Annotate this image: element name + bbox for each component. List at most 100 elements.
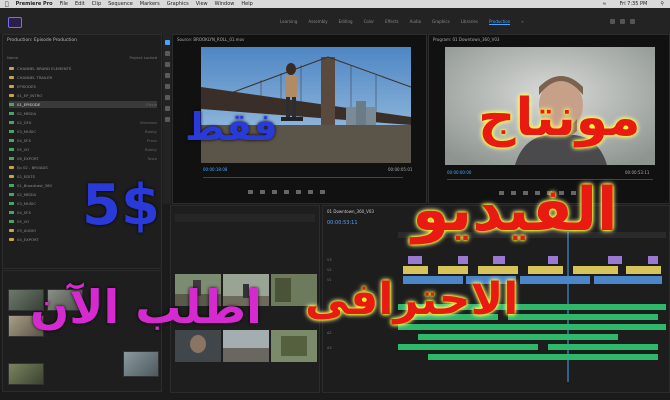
tab-assembly[interactable]: Assembly: [308, 19, 327, 25]
slip-tool-icon[interactable]: [164, 84, 170, 89]
menu-window[interactable]: Window: [215, 1, 235, 7]
project-folder-row[interactable]: EPISODES: [9, 83, 157, 90]
help-icon[interactable]: [620, 19, 625, 24]
project-folder-row[interactable]: Ep 02 - BROADS: [9, 164, 157, 171]
promo-order-now-text: اطلب الآن: [30, 280, 262, 334]
source-monitor-title: Source: BROOKLYN_ROLL_01.mov: [177, 37, 245, 42]
source-scrubber[interactable]: [203, 177, 403, 178]
razor-tool-icon[interactable]: [164, 73, 170, 78]
insert-icon[interactable]: [308, 190, 313, 194]
project-row-label: 02_GFX: [17, 120, 32, 125]
tab-editing[interactable]: Editing: [339, 19, 353, 25]
tab-graphics[interactable]: Graphics: [432, 19, 450, 25]
selection-tool-icon[interactable]: [164, 40, 170, 45]
ripple-edit-icon[interactable]: [164, 62, 170, 67]
track-label[interactable]: V2: [327, 268, 332, 272]
play-icon[interactable]: [284, 190, 289, 194]
fullscreen-icon[interactable]: [630, 19, 635, 24]
project-row-label: 02_MEDIA: [17, 192, 37, 197]
track-label[interactable]: A3: [327, 346, 332, 350]
clip-icon: [9, 112, 14, 115]
folder-icon: [9, 229, 14, 232]
menu-markers[interactable]: Markers: [140, 1, 160, 7]
tab-audio[interactable]: Audio: [410, 19, 421, 25]
wifi-icon[interactable]: ≈: [602, 1, 606, 7]
menu-clip[interactable]: Clip: [92, 1, 101, 7]
promo-professional-text: الاحترافى: [305, 274, 519, 325]
menu-file[interactable]: File: [60, 1, 68, 7]
footage-thumbnail[interactable]: [271, 330, 317, 362]
mark-out-icon[interactable]: [260, 190, 265, 194]
clip-icon: [9, 211, 14, 214]
project-row-label: 01_EP_INTRO: [17, 93, 43, 98]
tab-color[interactable]: Color: [364, 19, 374, 25]
folder-icon: [9, 85, 14, 88]
menu-edit[interactable]: Edit: [75, 1, 85, 7]
track-label[interactable]: A2: [327, 331, 332, 335]
footage-thumbnail[interactable]: [223, 330, 269, 362]
step-forward-icon[interactable]: [296, 190, 301, 194]
project-clip-row[interactable]: 02_GFX Windows: [9, 119, 157, 126]
project-folder-row[interactable]: CHANNEL BRAND ELEMENTS: [9, 65, 157, 72]
project-folder-row[interactable]: 01_EP_INTRO: [9, 92, 157, 99]
tab-libraries[interactable]: Libraries: [461, 19, 478, 25]
clip-icon: [9, 202, 14, 205]
bin-thumbnail[interactable]: [123, 351, 159, 377]
footage-thumbnail[interactable]: [175, 330, 221, 362]
folder-icon: [9, 238, 14, 241]
project-row-label: Ep 02 - BROADS: [17, 165, 48, 170]
search-icon[interactable]: ⚲: [660, 1, 664, 7]
project-row-label: 03_AUDIO: [17, 228, 37, 233]
folder-icon: [9, 166, 14, 169]
folder-icon: [9, 175, 14, 178]
project-row-label: 02_MEDIA: [17, 111, 37, 116]
menu-clock[interactable]: Fri 7:35 PM: [620, 1, 648, 7]
menu-view[interactable]: View: [196, 1, 208, 7]
timeline-timecode[interactable]: 00:00:53:11: [327, 220, 358, 226]
project-row-label: 05_VO: [17, 147, 30, 152]
project-folder-row[interactable]: CHANNEL TRAILER: [9, 74, 157, 81]
mark-in-icon[interactable]: [248, 190, 253, 194]
clip-icon: [9, 193, 14, 196]
hand-tool-icon[interactable]: [164, 106, 170, 111]
project-columns: Name Project Locked: [7, 55, 157, 60]
tab-production[interactable]: Production: [488, 19, 511, 25]
menu-sequence[interactable]: Sequence: [108, 1, 133, 7]
premiere-logo-icon: [8, 17, 22, 28]
project-row-label: CHANNEL TRAILER: [17, 75, 53, 80]
promo-price-text: 5$: [82, 173, 160, 238]
apple-icon[interactable]: : [5, 1, 9, 8]
track-label[interactable]: V3: [327, 258, 332, 262]
project-row-tag: Taste: [147, 156, 157, 161]
tab-overflow[interactable]: »: [521, 19, 523, 25]
step-back-icon[interactable]: [272, 190, 277, 194]
column-locked[interactable]: Project Locked: [130, 55, 157, 60]
project-clip-row[interactable]: 01_EPISODE Sizzle: [9, 101, 157, 108]
tab-learning[interactable]: Learning: [280, 19, 297, 25]
program-monitor-title: Program: 01 Downtown_360_V03: [433, 37, 500, 42]
project-clip-row[interactable]: 05_VO Bobby: [9, 146, 157, 153]
menu-help[interactable]: Help: [241, 1, 252, 7]
project-clip-row[interactable]: 04_SFX Press: [9, 137, 157, 144]
clip-icon: [9, 184, 14, 187]
project-clip-row[interactable]: 03_MUSIC Bobby: [9, 128, 157, 135]
bin-thumbnail[interactable]: [8, 363, 44, 385]
column-name[interactable]: Name: [7, 55, 18, 60]
folder-icon: [9, 76, 14, 79]
menu-app-name[interactable]: Premiere Pro: [16, 1, 53, 7]
overwrite-icon[interactable]: [320, 190, 325, 194]
project-row-label: 02_EDITS: [17, 174, 35, 179]
clip-icon: [9, 148, 14, 151]
track-select-icon[interactable]: [164, 51, 170, 56]
source-timecode[interactable]: 00:00:18:08: [203, 167, 227, 172]
project-row-tag: Bobby: [145, 129, 157, 134]
source-transport-controls: [248, 190, 325, 194]
quick-export-icon[interactable]: [610, 19, 615, 24]
project-clip-row[interactable]: 02_MEDIA: [9, 110, 157, 117]
tab-effects[interactable]: Effects: [385, 19, 399, 25]
type-tool-icon[interactable]: [164, 117, 170, 122]
project-row-label: 06_EXPORT: [17, 156, 39, 161]
project-clip-row[interactable]: 06_EXPORT Taste: [9, 155, 157, 162]
menu-graphics[interactable]: Graphics: [167, 1, 189, 7]
pen-tool-icon[interactable]: [164, 95, 170, 100]
